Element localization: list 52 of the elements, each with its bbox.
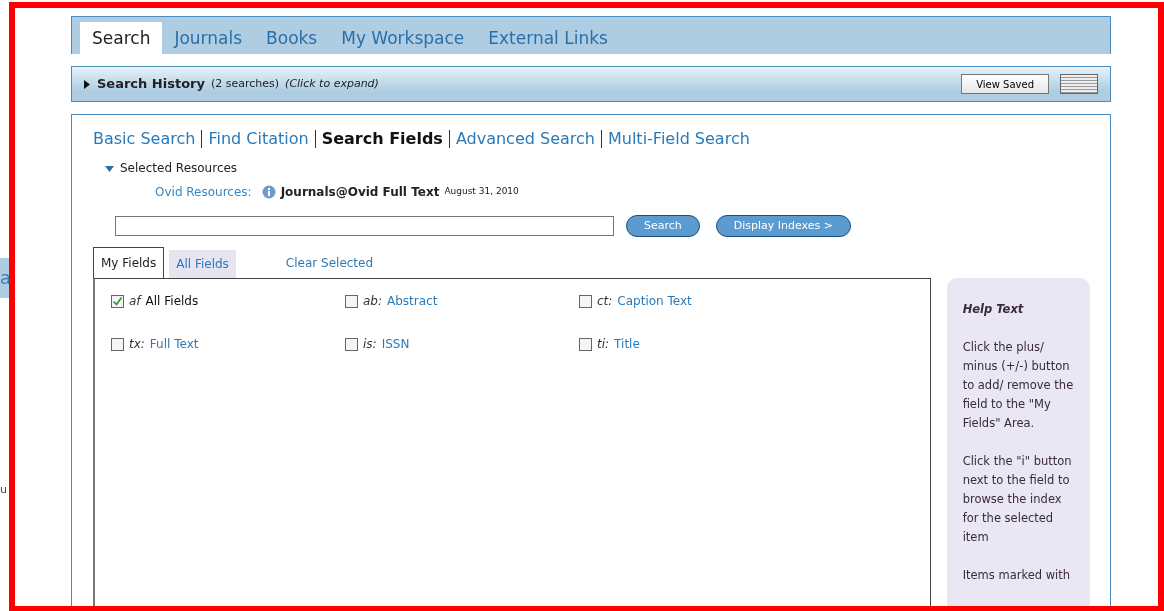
help-title: Help Text <box>962 301 1025 318</box>
edge-fragment-text: u <box>0 483 8 497</box>
nav-tab[interactable]: Books <box>254 22 330 54</box>
field-name[interactable]: All Fields <box>145 292 199 310</box>
resource-date: August 31, 2010 <box>444 185 519 199</box>
field-code: is: <box>363 336 377 353</box>
field-tab[interactable]: All Fields <box>169 250 236 278</box>
resource-name: Journals@Ovid Full Text <box>280 184 440 201</box>
checkbox[interactable] <box>579 337 592 351</box>
list-view-button[interactable] <box>1060 74 1098 94</box>
field-tab[interactable]: My Fields <box>93 247 165 278</box>
search-mode-link[interactable]: Find Citation <box>202 127 315 151</box>
search-mode-link[interactable]: Multi-Field Search <box>601 127 756 151</box>
field-name[interactable]: Caption Text <box>617 292 692 310</box>
search-field[interactable] <box>115 216 614 236</box>
resources-label: Ovid Resources: <box>155 184 252 201</box>
nav-tab[interactable]: Search <box>80 22 163 54</box>
history-count: (2 searches) <box>210 75 280 92</box>
field-name[interactable]: Abstract <box>387 292 438 310</box>
history-title: Search History <box>97 75 205 94</box>
info-icon[interactable] <box>261 185 276 199</box>
field-name[interactable]: ISSN <box>381 335 410 353</box>
field-code: ti: <box>597 336 610 353</box>
help-paragraph: Click the plus/ minus (+/-) button to add/ remove the field to the "My Fields" Area. <box>962 339 1075 432</box>
search-button[interactable]: Search <box>626 215 700 237</box>
checkbox[interactable] <box>345 294 358 308</box>
nav-tab[interactable]: Journals <box>162 22 255 54</box>
field-code: tx: <box>129 336 145 353</box>
field-code: ab: <box>363 293 382 310</box>
checkbox[interactable] <box>111 294 124 308</box>
edge-fragment-text: a <box>0 258 9 298</box>
checkbox[interactable] <box>579 294 592 308</box>
view-saved-button[interactable]: View Saved <box>961 74 1049 94</box>
search-mode-link[interactable]: Search Fields <box>315 127 449 151</box>
checkbox[interactable] <box>345 337 358 351</box>
search-history-bar[interactable]: Search History (2 searches) (Click to expand) View Saved <box>71 66 1111 102</box>
history-hint: (Click to expand) <box>285 75 379 92</box>
field-name[interactable]: Title <box>614 335 640 353</box>
expand-arrow-icon <box>82 79 91 89</box>
display-indexes-button[interactable]: Display Indexes > <box>715 215 851 237</box>
search-mode-link[interactable]: Advanced Search <box>449 127 601 151</box>
checkbox[interactable] <box>111 337 124 351</box>
field-code: af <box>129 293 141 310</box>
nav-tab[interactable]: External Links <box>476 22 620 54</box>
help-paragraph: Items marked with <box>962 567 1072 584</box>
help-paragraph: Click the "i" button next to the field to browse the index for the selected item <box>962 453 1073 546</box>
resources-heading[interactable]: Selected Resources <box>120 159 238 177</box>
clear-selected-link[interactable]: Clear Selected <box>285 254 374 278</box>
field-code: ct: <box>597 293 613 310</box>
nav-tab[interactable]: My Workspace <box>329 22 477 54</box>
field-name[interactable]: Full Text <box>149 335 199 353</box>
search-mode-link[interactable]: Basic Search <box>93 127 202 151</box>
